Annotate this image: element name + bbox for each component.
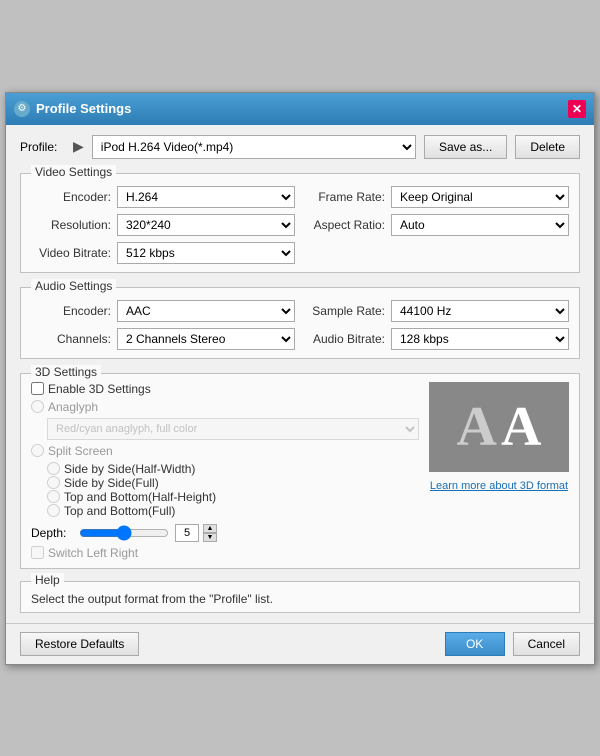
resolution-select[interactable]: 320*240 [117,214,295,236]
profile-row: Profile: ▶ iPod H.264 Video(*.mp4) Save … [20,135,580,159]
profile-settings-dialog: ⚙ Profile Settings ✕ Profile: ▶ iPod H.2… [5,92,595,665]
channels-label: Channels: [31,332,111,346]
frame-rate-label: Frame Rate: [305,190,385,204]
sample-rate-label: Sample Rate: [305,304,385,318]
anaglyph-label: Anaglyph [48,400,98,414]
delete-button[interactable]: Delete [515,135,580,159]
3d-settings-section: 3D Settings Enable 3D Settings Anaglyph [20,373,580,569]
channels-select[interactable]: 2 Channels Stereo [117,328,295,350]
audio-settings-title: Audio Settings [31,279,116,293]
video-bitrate-select[interactable]: 512 kbps [117,242,295,264]
encoder-select[interactable]: H.264 [117,186,295,208]
split-option-2-label: Top and Bottom(Half-Height) [64,490,216,504]
video-bitrate-row: Video Bitrate: 512 kbps [31,242,295,264]
aa-left-char: A [457,395,497,459]
split-option-1: Side by Side(Full) [47,476,419,490]
anaglyph-row: Anaglyph [31,400,419,414]
audio-bitrate-select[interactable]: 128 kbps [391,328,569,350]
depth-decrement-button[interactable]: ▼ [203,533,217,542]
video-settings-grid: Encoder: H.264 Frame Rate: Keep Original… [31,186,569,264]
footer-right-buttons: OK Cancel [445,632,580,656]
split-screen-label: Split Screen [48,444,113,458]
video-bitrate-label: Video Bitrate: [31,246,111,260]
dialog-body: Profile: ▶ iPod H.264 Video(*.mp4) Save … [6,125,594,623]
switch-left-right-row: Switch Left Right [31,546,419,560]
aspect-ratio-row: Aspect Ratio: Auto [305,214,569,236]
ok-button[interactable]: OK [445,632,505,656]
depth-spinner: ▲ ▼ [203,524,217,542]
audio-bitrate-row: Audio Bitrate: 128 kbps [305,328,569,350]
anaglyph-select-row: Red/cyan anaglyph, full color [47,418,419,440]
aspect-ratio-label: Aspect Ratio: [305,218,385,232]
audio-encoder-row: Encoder: AAC [31,300,295,322]
dialog-footer: Restore Defaults OK Cancel [6,623,594,664]
video-settings-section: Video Settings Encoder: H.264 Frame Rate… [20,173,580,273]
split-screen-radio[interactable] [31,444,44,457]
profile-label: Profile: [20,140,65,154]
enable-3d-checkbox[interactable] [31,382,44,395]
channels-row: Channels: 2 Channels Stereo [31,328,295,350]
app-icon: ⚙ [14,101,30,117]
video-settings-title: Video Settings [31,165,116,179]
split-option-3-label: Top and Bottom(Full) [64,504,175,518]
switch-left-right-label: Switch Left Right [48,546,138,560]
aspect-ratio-select[interactable]: Auto [391,214,569,236]
depth-value-input[interactable] [175,524,199,542]
learn-more-link[interactable]: Learn more about 3D format [430,480,568,492]
audio-settings-section: Audio Settings Encoder: AAC Sample Rate:… [20,287,580,359]
split-option-1-label: Side by Side(Full) [64,476,159,490]
anaglyph-radio[interactable] [31,400,44,413]
audio-bitrate-label: Audio Bitrate: [305,332,385,346]
frame-rate-row: Frame Rate: Keep Original [305,186,569,208]
sample-rate-select[interactable]: 44100 Hz [391,300,569,322]
help-section: Help Select the output format from the "… [20,581,580,613]
depth-increment-button[interactable]: ▲ [203,524,217,533]
3d-settings-left: Enable 3D Settings Anaglyph Red/cyan ana… [31,382,419,560]
audio-settings-grid: Encoder: AAC Sample Rate: 44100 Hz Chann… [31,300,569,350]
close-button[interactable]: ✕ [568,100,586,118]
depth-row: Depth: ▲ ▼ [31,524,419,542]
profile-select[interactable]: iPod H.264 Video(*.mp4) [92,135,416,159]
split-option-0: Side by Side(Half-Width) [47,462,419,476]
audio-encoder-label: Encoder: [31,304,111,318]
anaglyph-select[interactable]: Red/cyan anaglyph, full color [47,418,419,440]
split-option-2-radio[interactable] [47,490,60,503]
split-options: Side by Side(Half-Width) Side by Side(Fu… [47,462,419,518]
split-option-0-label: Side by Side(Half-Width) [64,462,195,476]
depth-slider[interactable] [79,526,169,540]
sample-rate-row: Sample Rate: 44100 Hz [305,300,569,322]
3d-settings-title: 3D Settings [31,365,101,379]
enable-3d-row: Enable 3D Settings [31,382,419,396]
enable-3d-label: Enable 3D Settings [48,382,151,396]
split-option-1-radio[interactable] [47,476,60,489]
resolution-label: Resolution: [31,218,111,232]
frame-rate-select[interactable]: Keep Original [391,186,569,208]
split-option-3-radio[interactable] [47,504,60,517]
split-screen-row: Split Screen [31,444,419,458]
aa-right-char: A [501,395,541,459]
profile-play-icon: ▶ [73,138,84,155]
3d-settings-layout: Enable 3D Settings Anaglyph Red/cyan ana… [31,382,569,560]
help-text: Select the output format from the "Profi… [31,592,569,606]
depth-label: Depth: [31,526,73,540]
restore-defaults-button[interactable]: Restore Defaults [20,632,139,656]
help-title: Help [31,573,64,587]
3d-preview-right: A A Learn more about 3D format [429,382,569,560]
encoder-row: Encoder: H.264 [31,186,295,208]
split-option-2: Top and Bottom(Half-Height) [47,490,419,504]
split-option-0-radio[interactable] [47,462,60,475]
title-bar: ⚙ Profile Settings ✕ [6,93,594,125]
aa-preview: A A [429,382,569,472]
cancel-button[interactable]: Cancel [513,632,580,656]
dialog-title: Profile Settings [36,101,562,116]
switch-left-right-checkbox[interactable] [31,546,44,559]
resolution-row: Resolution: 320*240 [31,214,295,236]
encoder-label: Encoder: [31,190,111,204]
audio-encoder-select[interactable]: AAC [117,300,295,322]
split-option-3: Top and Bottom(Full) [47,504,419,518]
save-as-button[interactable]: Save as... [424,135,507,159]
